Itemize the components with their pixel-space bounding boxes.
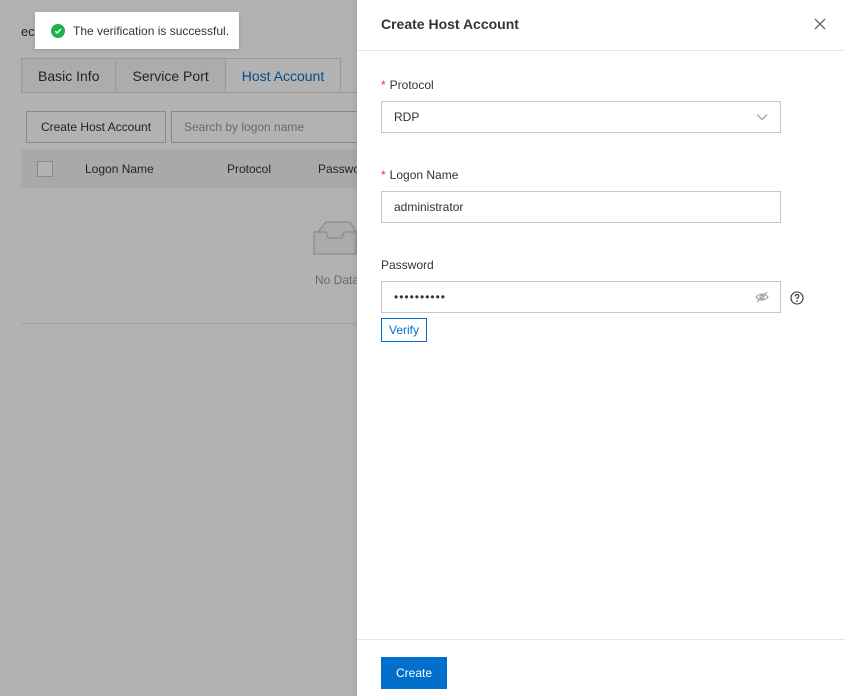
password-label: Password bbox=[381, 258, 434, 272]
required-marker: * bbox=[381, 78, 386, 92]
required-marker: * bbox=[381, 168, 386, 182]
drawer-header: Create Host Account bbox=[357, 0, 845, 51]
create-button[interactable]: Create bbox=[381, 657, 447, 689]
password-input[interactable] bbox=[381, 281, 781, 313]
verify-button[interactable]: Verify bbox=[381, 318, 427, 342]
eye-off-icon[interactable] bbox=[755, 290, 769, 304]
logon-name-label: * Logon Name bbox=[381, 168, 459, 182]
toast-message: The verification is successful. bbox=[73, 23, 230, 38]
close-icon[interactable] bbox=[812, 16, 828, 32]
create-host-account-drawer: Create Host Account * Protocol RDP * Logon… bbox=[357, 0, 845, 696]
protocol-label: * Protocol bbox=[381, 78, 434, 92]
drawer-title: Create Host Account bbox=[381, 16, 519, 32]
check-circle-icon bbox=[51, 23, 65, 38]
logon-name-input[interactable] bbox=[381, 191, 781, 223]
chevron-down-icon bbox=[756, 114, 768, 121]
help-icon[interactable] bbox=[790, 291, 804, 305]
drawer-footer: Create bbox=[357, 639, 845, 696]
success-toast: The verification is successful. bbox=[35, 12, 239, 49]
protocol-select[interactable]: RDP bbox=[381, 101, 781, 133]
protocol-value: RDP bbox=[394, 110, 420, 124]
